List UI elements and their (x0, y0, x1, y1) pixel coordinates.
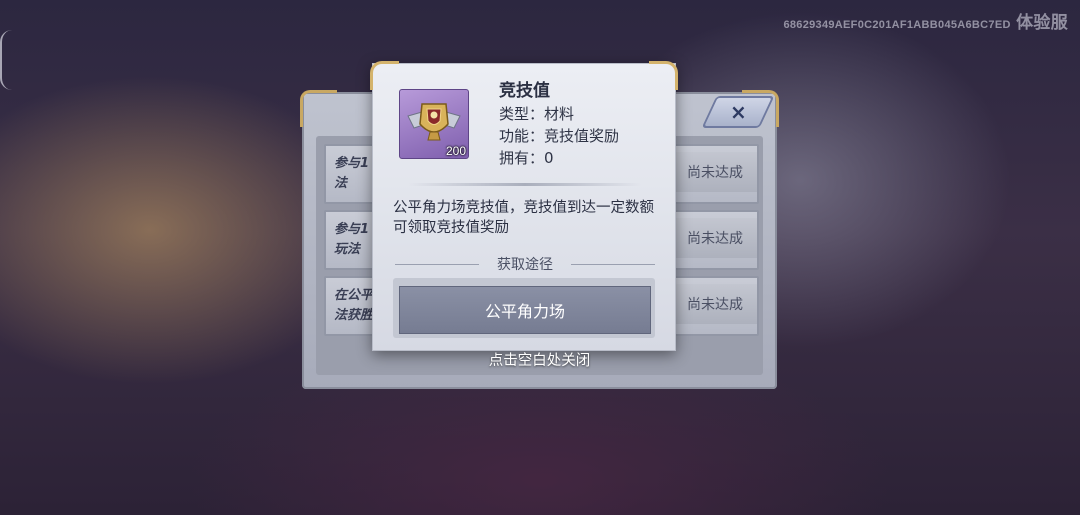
quest-title: 参与1法 (334, 156, 370, 191)
gold-corner-ornament (300, 90, 337, 127)
quest-status: 尚未达成 (672, 284, 757, 324)
item-owned: 拥有：0 (499, 149, 554, 167)
build-code: 68629349AEF0C201AF1ABB045A6BC7ED (783, 19, 1011, 31)
item-name: 竞技值 (499, 81, 550, 101)
item-count: 200 (445, 144, 466, 158)
close-icon: × (729, 100, 747, 124)
item-type: 类型：材料 (499, 105, 575, 123)
item-function: 功能：竞技值奖励 (499, 127, 620, 145)
gold-corner-ornament (370, 61, 399, 90)
quest-status: 尚未达成 (672, 152, 757, 192)
quest-title: 在公平法获胜 (334, 288, 374, 323)
build-label: 体验服 (1016, 13, 1068, 32)
trophy-emblem-icon (407, 103, 461, 141)
item-icon-frame: 200 (399, 89, 469, 159)
quest-status: 尚未达成 (672, 218, 757, 258)
source-list: 公平角力场 (393, 278, 655, 338)
quest-title: 参与1玩法 (334, 222, 370, 257)
divider-line (571, 264, 655, 265)
item-tooltip-popup: 200 竞技值 类型：材料 功能：竞技值奖励 拥有：0 公平角力场竞技值，竞技值… (370, 61, 678, 351)
gold-corner-ornament (649, 61, 678, 90)
source-button-arena[interactable]: 公平角力场 (399, 286, 651, 334)
item-description: 公平角力场竞技值，竞技值到达一定数额可领取竞技值奖励 (393, 200, 654, 236)
divider (409, 183, 641, 186)
source-section-header: 获取途径 (395, 254, 655, 274)
left-edge-bracket (0, 30, 12, 90)
tap-to-close-hint[interactable]: 点击空白处关闭 (302, 349, 777, 370)
build-watermark: 68629349AEF0C201AF1ABB045A6BC7ED 体验服 (783, 8, 1068, 33)
